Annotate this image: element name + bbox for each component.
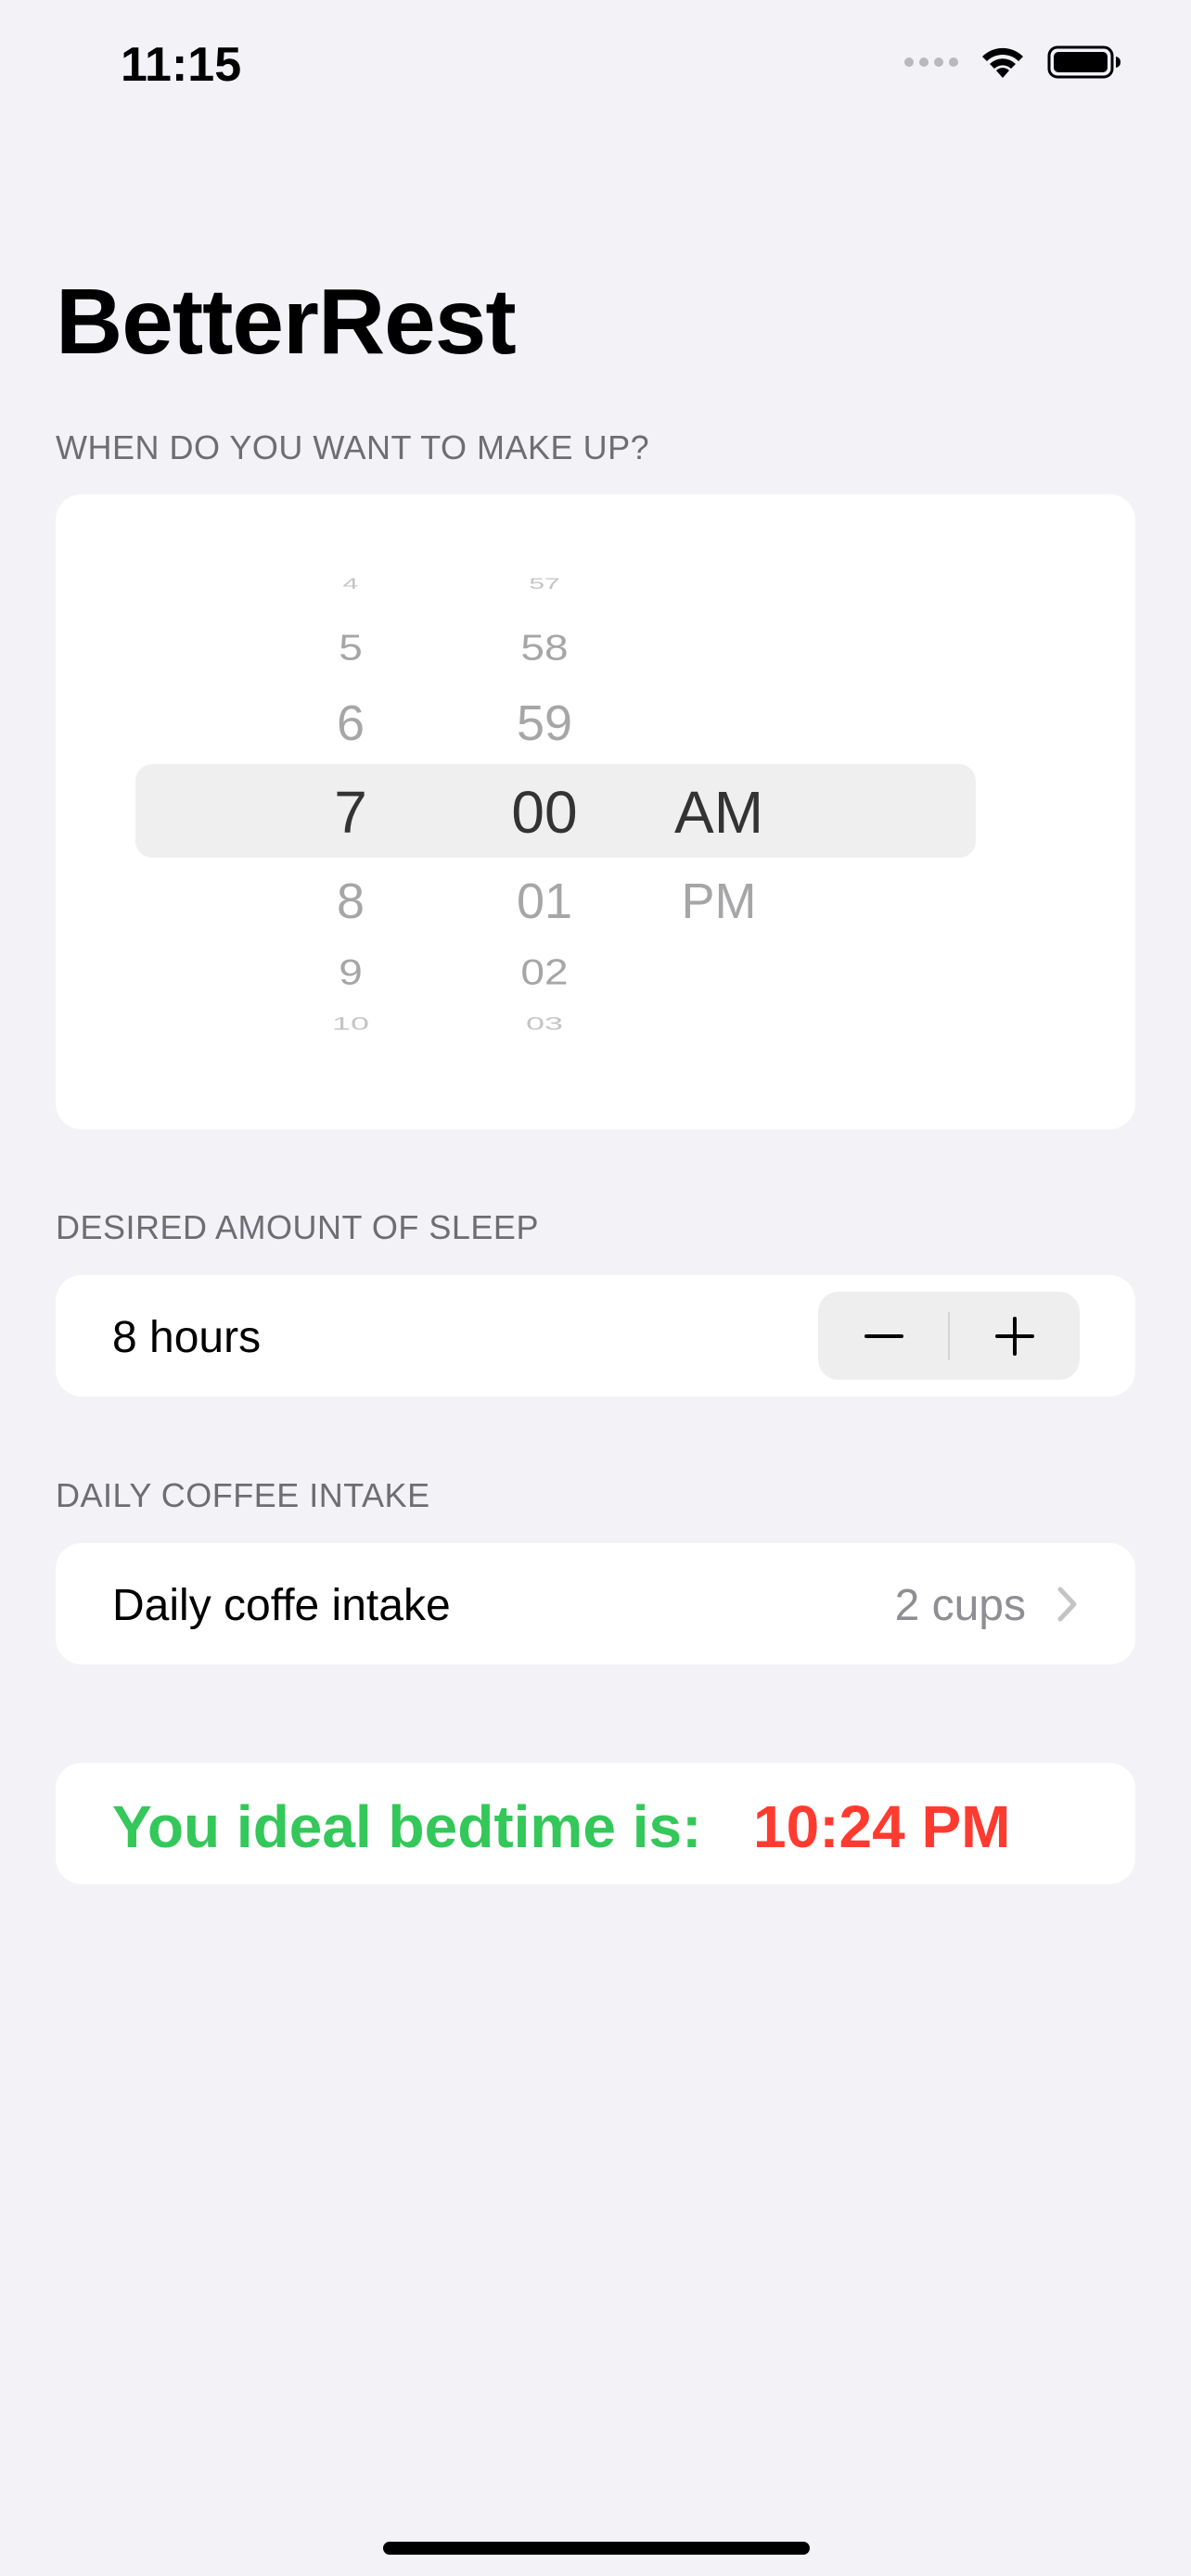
minute-picker-column[interactable]: 57 58 59 00 01 02 03 [470,494,619,1129]
coffee-section-header: DAILY COFFEE INTAKE [56,1476,430,1514]
hour-option[interactable]: 9 [276,950,425,993]
sleep-amount-row: 8 hours [56,1275,1135,1396]
coffee-intake-row[interactable]: Daily coffe intake 2 cups [56,1543,1135,1664]
hour-option[interactable]: 10 [276,1013,425,1034]
minute-option[interactable]: 58 [470,626,619,669]
minute-option[interactable]: 57 [470,576,619,593]
increment-button[interactable] [949,1292,1080,1380]
hour-option[interactable]: 5 [276,626,425,669]
decrement-button[interactable] [818,1292,949,1380]
page-title: BetterRest [56,270,517,374]
bedtime-result-label: You ideal bedtime is: [112,1793,702,1860]
status-icons [904,45,1121,80]
coffee-intake-value: 2 cups [894,1581,1026,1630]
status-bar: 11:15 [0,0,1191,130]
minute-option[interactable]: 01 [470,873,619,930]
hour-option[interactable]: 8 [276,873,425,930]
period-option[interactable]: PM [645,873,793,930]
plus-icon [994,1316,1034,1356]
cellular-signal-icon [904,57,958,67]
hour-picker-column[interactable]: 4 5 6 7 8 9 10 [276,494,425,1129]
hour-option[interactable]: 6 [276,695,425,752]
wake-section-header: WHEN DO YOU WANT TO MAKE UP? [56,428,650,466]
battery-icon [1047,45,1121,79]
hour-option[interactable]: 4 [276,576,425,593]
wake-time-picker-card: 4 5 6 7 8 9 10 57 58 59 00 01 02 03 AM P… [56,494,1135,1129]
coffee-intake-label: Daily coffe intake [112,1581,451,1630]
sleep-section-header: DESIRED AMOUNT OF SLEEP [56,1208,539,1246]
chevron-right-icon [1057,1587,1077,1622]
home-indicator[interactable] [383,2542,810,2555]
period-picker-column[interactable]: AM PM [645,494,793,1129]
minute-option-selected[interactable]: 00 [470,778,619,847]
status-time: 11:15 [121,38,242,92]
sleep-amount-label: 8 hours [112,1313,262,1362]
bedtime-result-card: You ideal bedtime is: 10:24 PM [56,1763,1135,1884]
hour-option-selected[interactable]: 7 [276,778,425,847]
period-option-selected[interactable]: AM [645,778,793,847]
sleep-amount-stepper[interactable] [818,1292,1080,1380]
minute-option[interactable]: 03 [470,1013,619,1034]
wifi-icon [982,47,1023,78]
bedtime-result-time: 10:24 PM [753,1793,1011,1860]
minus-icon [864,1333,903,1338]
minute-option[interactable]: 59 [470,695,619,752]
minute-option[interactable]: 02 [470,950,619,993]
